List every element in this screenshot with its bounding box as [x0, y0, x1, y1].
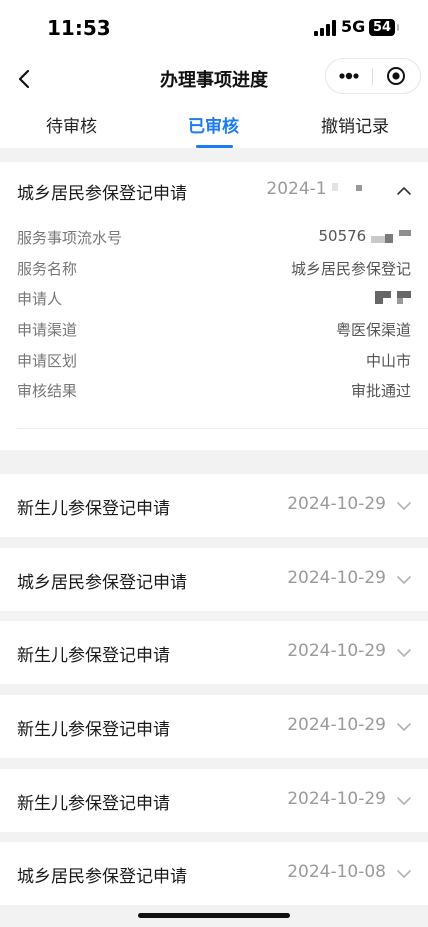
application-title: 新生儿参保登记申请 — [17, 499, 170, 519]
status-bar: 11:53 5G 54 — [0, 0, 428, 58]
detail-label: 服务名称 — [17, 260, 78, 278]
application-row[interactable]: 新生儿参保登记申请 2024-10-29 — [0, 769, 428, 832]
network-type: 5G — [341, 17, 366, 36]
application-date: 2024-10-08 — [287, 862, 386, 882]
application-date: 2024-10-29 — [287, 568, 386, 588]
expanded-application-card: 城乡居民参保登记申请 2024-1 服务事项流水号 50576 服务名称 城乡居… — [0, 162, 428, 450]
application-date: 2024-10-29 — [287, 789, 386, 809]
chevron-down-icon — [397, 502, 411, 510]
home-indicator[interactable] — [138, 913, 290, 918]
close-miniapp-button[interactable] — [373, 59, 419, 93]
chevron-down-icon — [397, 723, 411, 731]
detail-value — [375, 288, 411, 306]
expanded-card-header[interactable]: 城乡居民参保登记申请 2024-1 — [0, 162, 428, 218]
status-time: 11:53 — [47, 16, 111, 40]
application-row[interactable]: 城乡居民参保登记申请 2024-10-08 — [0, 842, 428, 905]
tab-bar: 待审核 已审核 撤销记录 — [0, 102, 428, 148]
application-row[interactable]: 城乡居民参保登记申请 2024-10-29 — [0, 548, 428, 611]
redacted-mosaic — [371, 229, 411, 243]
detail-value: 中山市 — [365, 352, 411, 370]
chevron-up-icon — [397, 187, 411, 195]
application-row[interactable]: 新生儿参保登记申请 2024-10-29 — [0, 695, 428, 758]
chevron-down-icon — [397, 576, 411, 584]
application-title: 新生儿参保登记申请 — [17, 720, 170, 740]
active-tab-indicator — [196, 145, 233, 148]
detail-label: 服务事项流水号 — [17, 229, 123, 247]
redacted-mosaic — [375, 290, 411, 304]
chevron-down-icon — [397, 649, 411, 657]
application-title: 城乡居民参保登记申请 — [17, 184, 187, 204]
detail-label: 审核结果 — [17, 382, 78, 400]
tab-reviewed[interactable]: 已审核 — [188, 112, 239, 137]
application-row[interactable]: 新生儿参保登记申请 2024-10-29 — [0, 474, 428, 537]
redacted-mosaic — [332, 183, 362, 191]
application-date: 2024-10-29 — [287, 715, 386, 735]
detail-value: 粤医保渠道 — [335, 321, 411, 339]
miniapp-capsule — [325, 58, 421, 94]
divider — [17, 428, 428, 429]
tab-pending[interactable]: 待审核 — [46, 112, 97, 137]
more-dots-icon — [339, 72, 359, 80]
more-button[interactable] — [326, 59, 372, 93]
detail-label: 申请渠道 — [17, 321, 78, 339]
signal-icon — [314, 20, 336, 36]
detail-value: 50576 — [319, 227, 411, 245]
detail-value: 审批通过 — [350, 382, 411, 400]
target-close-icon — [387, 67, 405, 85]
chevron-down-icon — [397, 797, 411, 805]
detail-value: 城乡居民参保登记 — [290, 260, 411, 278]
nav-bar: 办理事项进度 — [0, 58, 428, 102]
application-date: 2024-10-29 — [287, 494, 386, 514]
tab-revoked[interactable]: 撤销记录 — [321, 112, 389, 137]
battery-icon: 54 — [369, 19, 395, 36]
application-title: 新生儿参保登记申请 — [17, 794, 170, 814]
application-date: 2024-10-29 — [287, 641, 386, 661]
chevron-down-icon — [397, 870, 411, 878]
application-row[interactable]: 新生儿参保登记申请 2024-10-29 — [0, 621, 428, 684]
application-title: 城乡居民参保登记申请 — [17, 573, 187, 593]
application-date: 2024-1 — [266, 179, 368, 199]
detail-label: 申请人 — [17, 290, 63, 308]
battery-tip — [397, 24, 399, 31]
detail-label: 申请区划 — [17, 352, 78, 370]
application-title: 城乡居民参保登记申请 — [17, 867, 187, 887]
application-title: 新生儿参保登记申请 — [17, 646, 170, 666]
